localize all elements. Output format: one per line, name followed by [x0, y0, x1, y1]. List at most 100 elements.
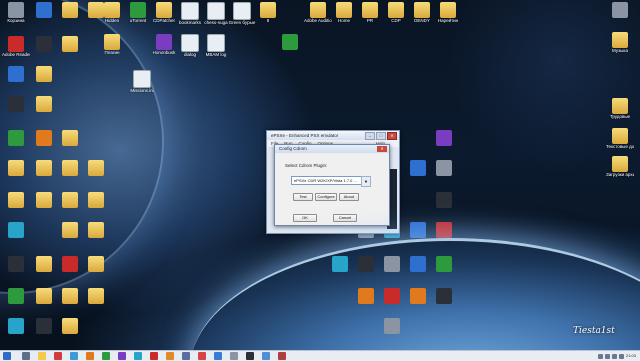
- desktop-icon-chess[interactable]: chess-nuga: [202, 2, 230, 25]
- desktop-icon-green[interactable]: Green бурые: [228, 2, 256, 25]
- desktop-icon-mr2[interactable]: [404, 160, 432, 176]
- desktop-icon-c2-6[interactable]: [30, 160, 58, 176]
- tray-icon[interactable]: [597, 353, 603, 359]
- taskbar-app-3[interactable]: [54, 352, 62, 360]
- desktop-icon-c4-3[interactable]: [82, 192, 110, 208]
- tray-icon[interactable]: [604, 353, 610, 359]
- desktop-icon-c2-2[interactable]: [30, 36, 58, 52]
- taskbar-app-1[interactable]: [22, 352, 30, 360]
- desktop-icon-c4-4[interactable]: [82, 222, 110, 238]
- configure-button[interactable]: Configure: [315, 193, 337, 201]
- cancel-button[interactable]: Cancel: [333, 214, 357, 222]
- desktop-icon-mr3[interactable]: [430, 160, 458, 176]
- taskbar-app-11[interactable]: [182, 352, 190, 360]
- desktop-icon-l5[interactable]: [2, 130, 30, 146]
- dialog-close-button[interactable]: ✕: [377, 146, 387, 152]
- desktop-icon-pr[interactable]: PR: [356, 2, 384, 23]
- taskbar-app-10[interactable]: [166, 352, 174, 360]
- desktop-icon-c3-2[interactable]: [56, 36, 84, 52]
- desktop-icon-hidden[interactable]: Hidden: [98, 2, 126, 23]
- desktop-icon-l7[interactable]: [2, 192, 30, 208]
- desktop-icon-mr1[interactable]: [430, 130, 458, 146]
- desktop-icon-hononbusk[interactable]: Hononbusk: [150, 34, 178, 55]
- desktop-icon-l9[interactable]: [2, 256, 30, 272]
- minimize-button[interactable]: –: [365, 132, 375, 140]
- desktop-icon-c2-5[interactable]: [30, 130, 58, 146]
- desktop-icon-teka[interactable]: [430, 192, 458, 208]
- taskbar-app-7[interactable]: [118, 352, 126, 360]
- desktop-icon-bookmarks[interactable]: bookmarks: [176, 2, 204, 25]
- desktop-icon-c2-10[interactable]: [30, 318, 58, 334]
- desktop-icon-c4-6[interactable]: [82, 288, 110, 304]
- chevron-down-icon[interactable]: ▼: [361, 176, 371, 187]
- desktop-icon-b9[interactable]: [404, 288, 432, 304]
- taskbar-app-16[interactable]: [262, 352, 270, 360]
- desktop-icon-screenshots[interactable]: Трудовые: [606, 98, 634, 119]
- desktop-icon-cdpatcher[interactable]: CDPatcher: [150, 2, 178, 23]
- desktop-icon-cdp[interactable]: CDP: [382, 2, 410, 23]
- desktop-icon-l6[interactable]: [2, 160, 30, 176]
- desktop-icon-c4-5[interactable]: [82, 256, 110, 272]
- desktop-icon-c3-1[interactable]: [56, 2, 84, 18]
- desktop-icon-ventrilo[interactable]: [430, 222, 458, 238]
- desktop-icon-textdocs[interactable]: Текстовые документы: [606, 128, 634, 149]
- desktop-icon-music[interactable]: [606, 2, 634, 18]
- desktop-icon-rating[interactable]: Нарейтин: [434, 2, 462, 23]
- desktop-icon-c2-8[interactable]: [30, 256, 58, 272]
- start-button[interactable]: [3, 352, 11, 360]
- desktop-icon-c2-9[interactable]: [30, 288, 58, 304]
- taskbar-app-5[interactable]: [86, 352, 94, 360]
- desktop-icon-missions[interactable]: Missions.ini: [128, 70, 156, 93]
- cdrom-plugin-select[interactable]: ePSXe CDR W2K/XP/Vista 1.7.0 ...: [291, 176, 363, 185]
- desktop-icon-c3-5[interactable]: [56, 192, 84, 208]
- taskbar-app-8[interactable]: [134, 352, 142, 360]
- desktop-icon-b11[interactable]: [378, 318, 406, 334]
- config-cdrom-dialog[interactable]: Config Cdrom ✕ Select Cdrom Plugin: ePSX…: [274, 144, 390, 226]
- desktop-icon-c2-3[interactable]: [30, 66, 58, 82]
- desktop-icon-plugin[interactable]: Плагин: [98, 34, 126, 55]
- taskbar-app-15[interactable]: [246, 352, 254, 360]
- desktop-icon-b5[interactable]: [404, 256, 432, 272]
- desktop-icon-l3[interactable]: [2, 66, 30, 82]
- taskbar-app-6[interactable]: [102, 352, 110, 360]
- desktop-icon-dialog[interactable]: dialog: [176, 34, 204, 57]
- desktop-icon-c2-7[interactable]: [30, 192, 58, 208]
- desktop-icon-home[interactable]: Home: [330, 2, 358, 23]
- desktop-icon-audition[interactable]: Adobe Audition: [304, 2, 332, 23]
- desktop-icon-b2[interactable]: [326, 256, 354, 272]
- about-button[interactable]: About: [339, 193, 359, 201]
- close-button[interactable]: ✕: [387, 132, 397, 140]
- desktop-icon-archive[interactable]: Загрузки архив: [606, 156, 634, 177]
- desktop-icon-b3[interactable]: [352, 256, 380, 272]
- taskbar-app-2[interactable]: [38, 352, 46, 360]
- desktop-icon-c2-1[interactable]: [30, 2, 58, 18]
- ok-button[interactable]: OK: [293, 214, 317, 222]
- desktop-icon-adobe[interactable]: Adobe Reader: [2, 36, 30, 57]
- desktop-icon-l10[interactable]: [2, 288, 30, 304]
- desktop-icon-c3-7[interactable]: [56, 256, 84, 272]
- desktop-icon-recycle-bin[interactable]: Корзина: [2, 2, 30, 23]
- desktop-icon-c2-4[interactable]: [30, 96, 58, 112]
- volume-icon[interactable]: [611, 353, 617, 359]
- desktop-icon-r2-9[interactable]: [276, 34, 304, 50]
- desktop-icon-b7[interactable]: [352, 288, 380, 304]
- maximize-button[interactable]: □: [376, 132, 386, 140]
- desktop-icon-l4[interactable]: [2, 96, 30, 112]
- test-button[interactable]: Test: [293, 193, 313, 201]
- taskbar-app-17[interactable]: [278, 352, 286, 360]
- taskbar-app-9[interactable]: [150, 352, 158, 360]
- taskbar-app-14[interactable]: [230, 352, 238, 360]
- taskbar-app-4[interactable]: [70, 352, 78, 360]
- desktop-icon-l8[interactable]: [2, 222, 30, 238]
- desktop-icon-b6[interactable]: [430, 256, 458, 272]
- desktop-icon-c4-2[interactable]: [82, 160, 110, 176]
- desktop-icon-8[interactable]: 8: [254, 2, 282, 23]
- desktop-icon-c3-8[interactable]: [56, 288, 84, 304]
- desktop-icon-b4[interactable]: [378, 256, 406, 272]
- desktop-icon-c3-9[interactable]: [56, 318, 84, 334]
- taskbar-app-12[interactable]: [198, 352, 206, 360]
- desktop-icon-dendy[interactable]: DENDY: [408, 2, 436, 23]
- taskbar-app-13[interactable]: [214, 352, 222, 360]
- desktop-icon-muzyka[interactable]: Музыка: [606, 32, 634, 53]
- desktop-icon-utorrent[interactable]: uTorrent: [124, 2, 152, 23]
